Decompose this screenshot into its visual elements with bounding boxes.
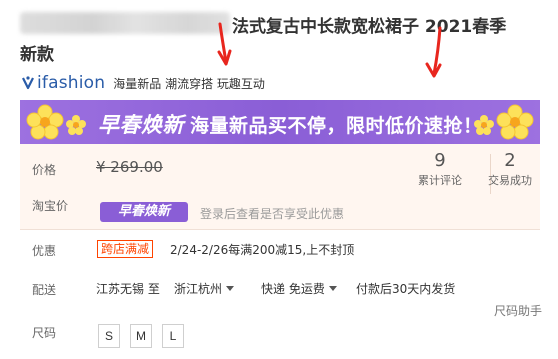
discount-label: 优惠 xyxy=(32,244,57,258)
banner-text: 早春焕新 海量新品买不停，限时低价速抢！ xyxy=(98,109,483,139)
shipping-row: 配送 江苏无锡 至 浙江杭州 快递 免运费 付款后30天内发货 xyxy=(20,277,540,299)
sales-stat: 2 交易成功 xyxy=(480,150,540,188)
promo-badge: 早春焕新 xyxy=(100,202,188,222)
size-helper-link[interactable]: 尺码助手 xyxy=(494,302,542,319)
chevron-down-icon xyxy=(226,286,235,291)
ifashion-logo[interactable]: ifashion xyxy=(20,73,105,93)
size-row: 尺码 S M L xyxy=(20,318,540,352)
discount-text: 2/24-2/26每满200减15,上不封顶 xyxy=(170,243,355,257)
ifashion-logo-icon xyxy=(22,76,34,90)
size-label: 尺码 xyxy=(32,326,57,340)
reviews-stat[interactable]: 9 累计评论 xyxy=(410,150,470,188)
price-panel: 价格 ¥ 269.00 9 累计评论 2 交易成功 淘宝价 早春焕新 登录后查看… xyxy=(20,144,540,229)
discount-badge[interactable]: 跨店满减 xyxy=(97,240,154,258)
dispatch-info: 付款后30天内发货 xyxy=(356,282,456,296)
blurred-title-text xyxy=(20,12,230,34)
size-option-l[interactable]: L xyxy=(162,324,184,348)
discount-row: 优惠 跨店满减 2/24-2/26每满200减15,上不封顶 xyxy=(20,229,540,267)
reviews-count: 9 xyxy=(434,150,446,171)
original-price: ¥ 269.00 xyxy=(96,158,163,176)
ship-destination-select[interactable]: 浙江杭州 xyxy=(174,280,235,297)
product-title: 法式复古中长款宽松裙子 2021春季 新款 xyxy=(20,6,540,65)
sales-label: 交易成功 xyxy=(488,174,532,187)
ship-method-value: 快递 免运费 xyxy=(261,282,325,296)
chevron-down-icon xyxy=(328,286,337,291)
ship-method-select[interactable]: 快递 免运费 xyxy=(261,280,337,297)
brand-bar: ifashion 海量新品 潮流穿搭 玩趣互动 xyxy=(20,73,265,93)
taobao-price-label: 淘宝价 xyxy=(32,199,69,213)
annotation-arrow-right-icon xyxy=(425,26,442,78)
brand-tags: 海量新品 潮流穿搭 玩趣互动 xyxy=(113,76,265,91)
size-option-m[interactable]: M xyxy=(130,324,152,348)
reviews-label: 累计评论 xyxy=(418,174,462,187)
flower-icon xyxy=(26,104,64,140)
ship-from: 江苏无锡 至 xyxy=(96,282,160,296)
flower-right-icon xyxy=(496,104,534,140)
banner-headline: 早春焕新 xyxy=(98,113,184,137)
size-option-s[interactable]: S xyxy=(98,324,120,348)
title-line-1: 法式复古中长款宽松裙子 2021春季 xyxy=(232,17,507,37)
price-label: 价格 xyxy=(32,163,57,177)
flower-small-right-icon xyxy=(474,115,494,135)
sales-count: 2 xyxy=(504,150,516,171)
annotation-arrow-left-icon xyxy=(217,22,232,66)
flower-small-icon xyxy=(66,115,86,135)
ship-destination-value: 浙江杭州 xyxy=(174,282,223,296)
promo-banner[interactable]: 早春焕新 海量新品买不停，限时低价速抢！ xyxy=(20,100,540,144)
banner-slogan: 海量新品买不停，限时低价速抢！ xyxy=(190,115,483,137)
login-note-link[interactable]: 登录后查看是否享受此优惠 xyxy=(200,205,344,222)
ifashion-logo-text: ifashion xyxy=(37,73,106,93)
shipping-label: 配送 xyxy=(32,283,57,297)
title-line-2: 新款 xyxy=(20,45,54,65)
